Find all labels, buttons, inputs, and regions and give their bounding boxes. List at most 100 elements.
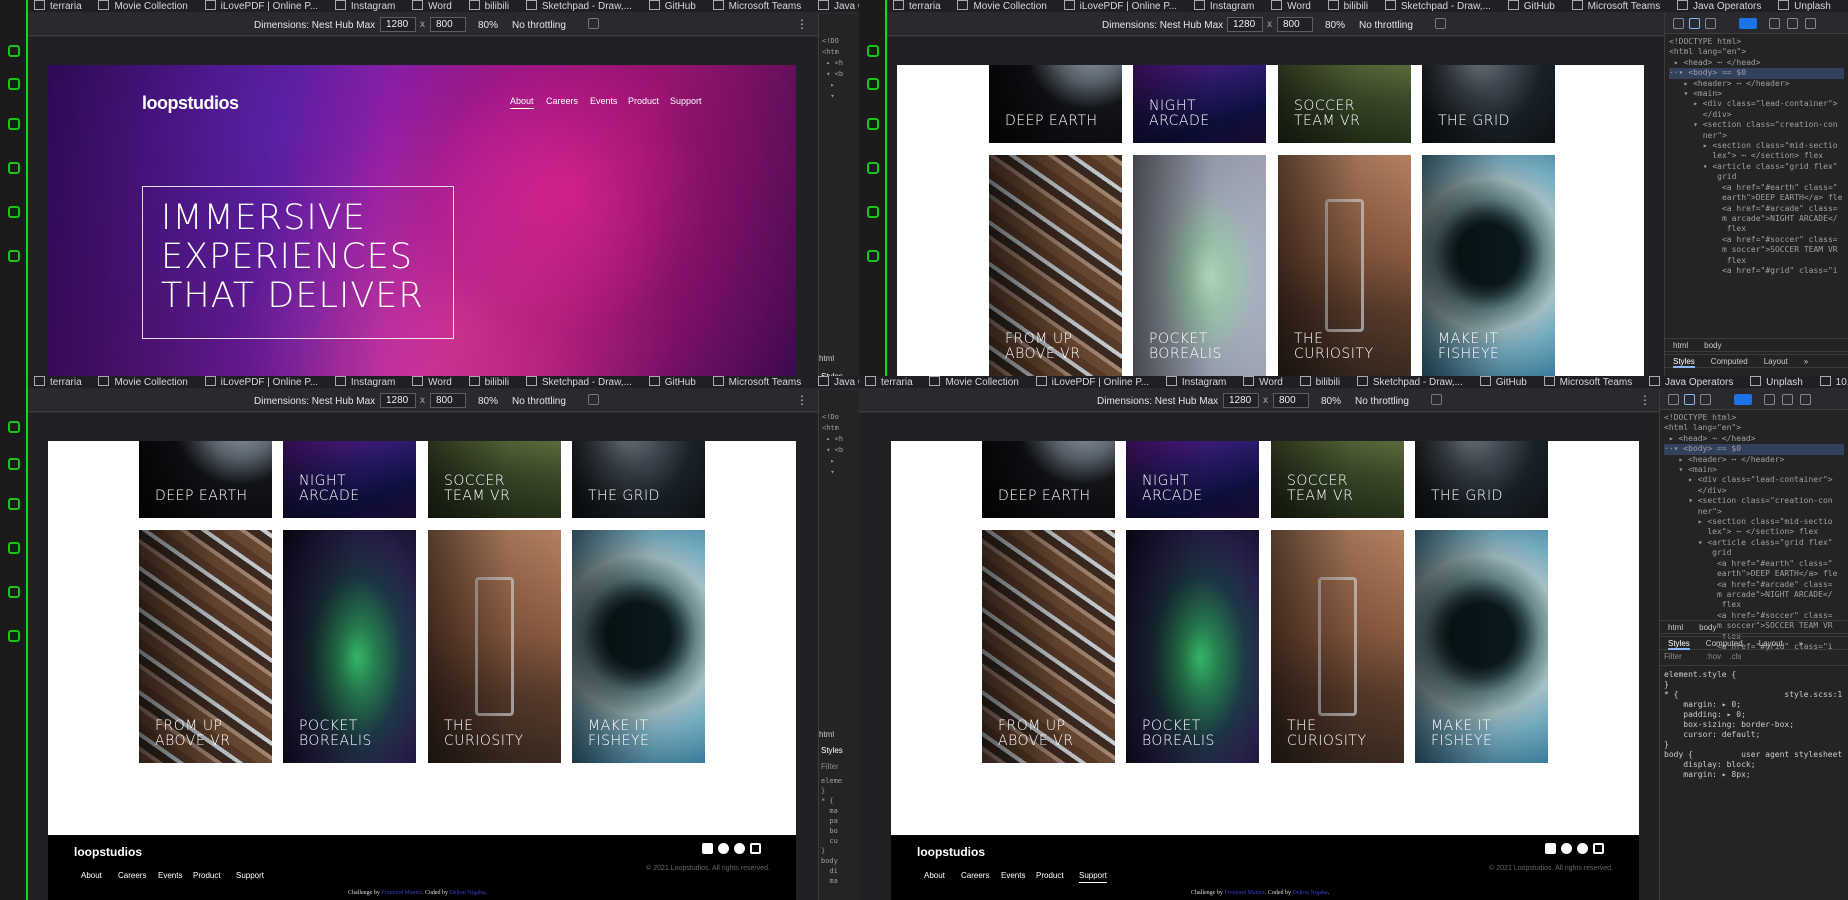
tab-styles[interactable]: Styles xyxy=(1668,639,1690,650)
bookmark[interactable]: Instagram xyxy=(335,376,395,388)
dom-line[interactable]: ▾ <article class="grid flex" xyxy=(1669,162,1838,171)
throttling-select[interactable]: No throttling xyxy=(512,20,566,31)
settings-icon[interactable] xyxy=(1764,394,1775,405)
extension-icon[interactable] xyxy=(8,162,20,174)
dimensions-select[interactable]: Dimensions: Nest Hub Max xyxy=(254,20,375,31)
width-input[interactable]: 1280 xyxy=(1223,393,1259,408)
bookmark[interactable]: bilibili xyxy=(469,0,509,12)
bookmark[interactable]: Instagram xyxy=(335,0,395,12)
extension-icon[interactable] xyxy=(867,206,879,218)
bookmark[interactable]: bilibili xyxy=(469,376,509,388)
dom-line[interactable]: ner"> xyxy=(1669,131,1727,140)
throttling-select[interactable]: No throttling xyxy=(512,396,566,407)
device-toggle-icon[interactable] xyxy=(1684,394,1695,405)
dom-line[interactable]: m arcade">NIGHT ARCADE</ xyxy=(1664,590,1833,599)
bookmark[interactable]: Movie Collection xyxy=(98,0,187,12)
footer-logo[interactable]: loopstudios xyxy=(917,845,985,859)
dom-line[interactable]: ▸ <head> ⋯ </head> xyxy=(1664,434,1756,443)
dom-line[interactable]: ▾ xyxy=(822,468,834,476)
bookmark[interactable]: Microsoft Teams xyxy=(1544,376,1633,388)
dom-line[interactable]: ▾ <article class="grid flex" xyxy=(1664,538,1833,547)
dom-line[interactable]: <a href="#earth" class=" xyxy=(1664,559,1833,568)
zoom-select[interactable]: 80% xyxy=(1325,20,1345,31)
pinterest-icon[interactable] xyxy=(1577,843,1588,854)
breadcrumb-html[interactable]: html xyxy=(1668,623,1683,632)
dom-line-selected[interactable]: ··▾ <body> == $0 xyxy=(1669,68,1844,79)
dom-line[interactable]: grid xyxy=(1664,548,1731,557)
footer-nav-careers[interactable]: Careers xyxy=(961,871,989,880)
footer-nav-careers[interactable]: Careers xyxy=(118,871,146,880)
card-night-arcade[interactable]: NIGHT ARCADE xyxy=(283,441,416,518)
dom-line[interactable]: ner"> xyxy=(1664,507,1722,516)
card-the-curiosity[interactable]: THE CURIOSITY xyxy=(1271,530,1404,763)
dom-line[interactable]: <!Do xyxy=(822,413,839,421)
more-options-icon[interactable]: ⋮ xyxy=(796,17,808,31)
inspect-icon[interactable] xyxy=(1668,394,1679,405)
dom-line[interactable]: ▸ <section class="mid-sectio xyxy=(1664,517,1833,526)
dom-line[interactable]: <htm xyxy=(822,48,839,56)
hov-toggle[interactable]: :hov xyxy=(1706,652,1721,661)
card-soccer-team-vr[interactable]: SOCCER TEAM VR xyxy=(1271,441,1404,518)
footer-nav-about[interactable]: About xyxy=(924,871,945,880)
tab-computed[interactable]: Computed xyxy=(1706,639,1743,648)
bookmark[interactable]: Microsoft Teams xyxy=(713,376,802,388)
card-make-it-fisheye[interactable]: MAKE IT FISHEYE xyxy=(1422,155,1555,376)
height-input[interactable]: 800 xyxy=(430,17,466,32)
card-pocket-borealis[interactable]: POCKET BOREALIS xyxy=(283,530,416,763)
issues-badge[interactable] xyxy=(1739,18,1757,29)
bookmark[interactable]: terraria xyxy=(34,376,82,388)
bookmark[interactable]: Word xyxy=(412,0,452,12)
bookmark[interactable]: iLovePDF | Online P... xyxy=(205,376,318,388)
card-night-arcade[interactable]: NIGHT ARCADE xyxy=(1126,441,1259,518)
rotate-icon[interactable] xyxy=(588,394,599,405)
footer-nav-about[interactable]: About xyxy=(81,871,102,880)
dom-line[interactable]: <!DOCTYPE html> xyxy=(1664,413,1736,422)
bookmark[interactable]: Instagram xyxy=(1194,0,1254,12)
dom-line[interactable]: m arcade">NIGHT ARCADE</ xyxy=(1669,214,1838,223)
extension-icon[interactable] xyxy=(867,118,879,130)
card-pocket-borealis[interactable]: POCKET BOREALIS xyxy=(1133,155,1266,376)
extension-icon[interactable] xyxy=(8,250,20,262)
card-make-it-fisheye[interactable]: MAKE IT FISHEYE xyxy=(572,530,705,763)
nav-support[interactable]: Support xyxy=(670,96,702,106)
extension-icon[interactable] xyxy=(8,78,20,90)
coder-link[interactable]: Delton Nigaba xyxy=(1293,890,1328,896)
facebook-icon[interactable] xyxy=(702,843,713,854)
bookmark[interactable]: Word xyxy=(1243,376,1283,388)
device-toggle-icon[interactable] xyxy=(1689,18,1700,29)
dom-line[interactable]: <html lang="en"> xyxy=(1664,423,1741,432)
breadcrumb-html[interactable]: html xyxy=(819,730,834,739)
dom-line[interactable]: <a href="#grid" class="i xyxy=(1669,266,1838,275)
card-deep-earth[interactable]: DEEP EARTH xyxy=(989,65,1122,143)
coder-link[interactable]: Delton Nigaba xyxy=(450,890,485,896)
bookmark[interactable]: GitHub xyxy=(1508,0,1555,12)
dom-line[interactable]: ▸ <head> ⋯ </head> xyxy=(1669,58,1761,67)
bookmark[interactable]: iLovePDF | Online P... xyxy=(1064,0,1177,12)
bookmark[interactable]: Sketchpad - Draw,... xyxy=(1357,376,1463,388)
dom-line[interactable]: lex"> ⋯ </section> flex xyxy=(1664,527,1818,536)
more-options-icon[interactable]: ⋮ xyxy=(796,393,808,407)
extension-icon[interactable] xyxy=(867,78,879,90)
extension-icon[interactable] xyxy=(867,45,879,57)
bookmark[interactable]: Microsoft Teams xyxy=(713,0,802,12)
card-night-arcade[interactable]: NIGHT ARCADE xyxy=(1133,65,1266,143)
bookmark[interactable]: bilibili xyxy=(1328,0,1368,12)
dimensions-select[interactable]: Dimensions: Nest Hub Max xyxy=(1097,396,1218,407)
footer-logo[interactable]: loopstudios xyxy=(74,845,142,859)
bookmark[interactable]: Instagram xyxy=(1166,376,1226,388)
extension-icon[interactable] xyxy=(8,45,20,57)
bookmark[interactable]: GitHub xyxy=(649,0,696,12)
footer-nav-events[interactable]: Events xyxy=(158,871,182,880)
dom-line[interactable]: ▸ <section class="mid-sectio xyxy=(1669,141,1838,150)
dom-line[interactable]: grid xyxy=(1669,172,1736,181)
styles-filter[interactable]: Filter xyxy=(821,762,839,771)
bookmark[interactable]: GitHub xyxy=(1480,376,1527,388)
bookmark[interactable]: Java Operators xyxy=(1649,376,1733,388)
extension-icon[interactable] xyxy=(8,206,20,218)
breadcrumb-html[interactable]: html xyxy=(819,354,859,363)
bookmark[interactable]: 10,000+ Coding Pra... xyxy=(1820,376,1848,388)
zoom-select[interactable]: 80% xyxy=(478,20,498,31)
card-from-up-above-vr[interactable]: FROM UP ABOVE VR xyxy=(982,530,1115,763)
card-pocket-borealis[interactable]: POCKET BOREALIS xyxy=(1126,530,1259,763)
width-input[interactable]: 1280 xyxy=(380,17,416,32)
